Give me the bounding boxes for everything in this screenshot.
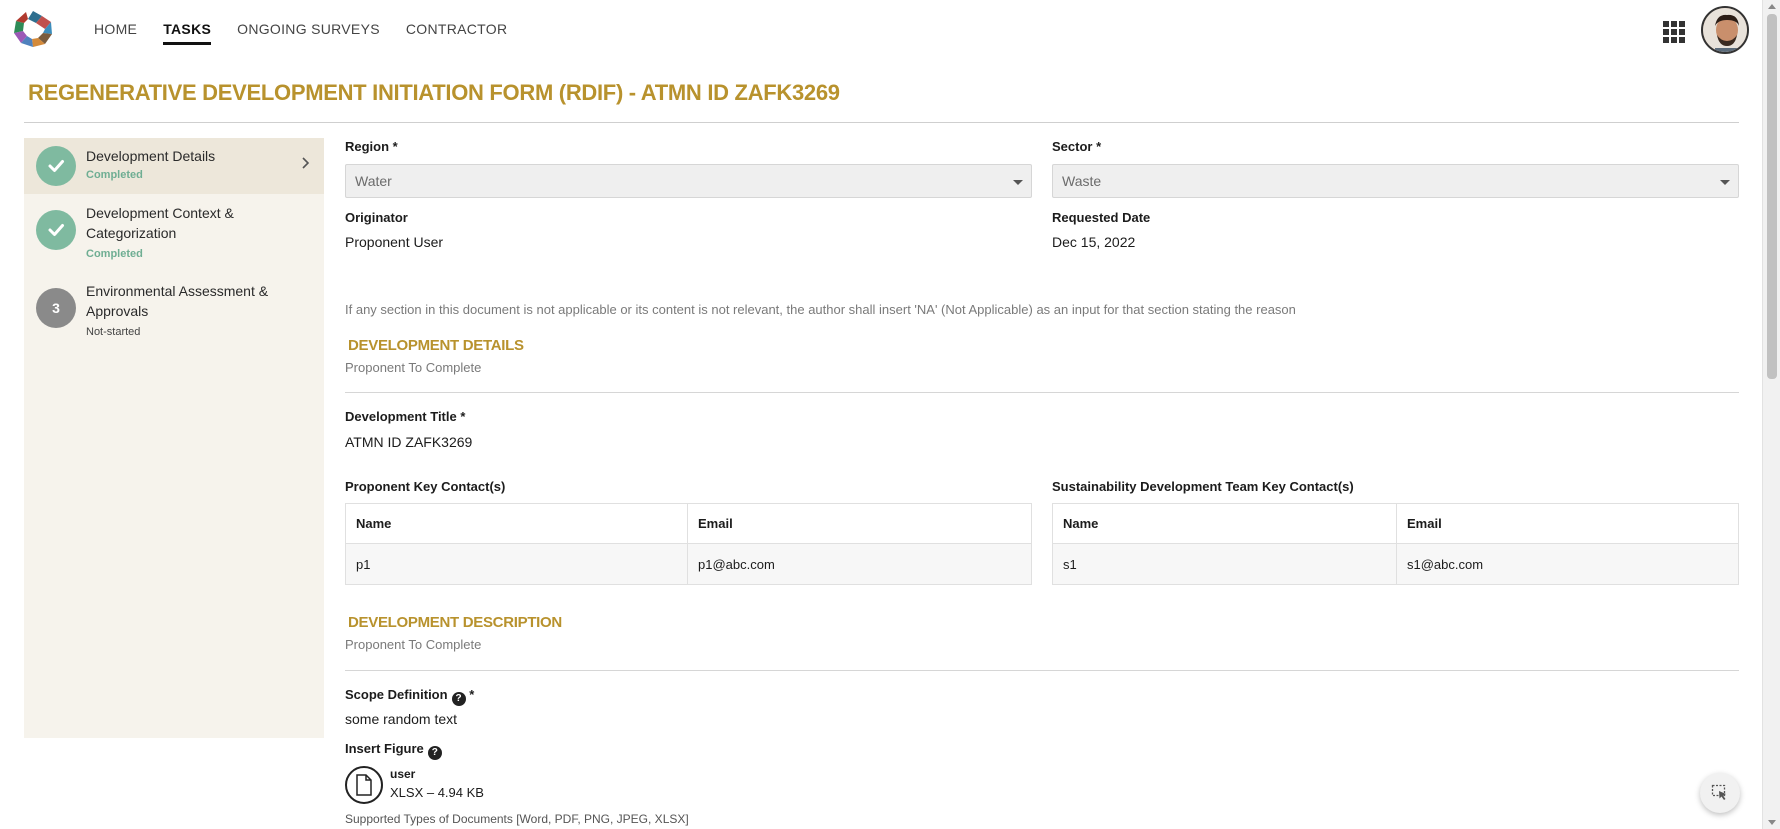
sector-label: Sector * [1052,139,1102,154]
chevron-down-icon [1013,180,1023,185]
requested-date-label: Requested Date [1052,210,1151,225]
help-icon[interactable]: ? [451,691,466,706]
na-instruction-note: If any section in this document is not a… [345,302,1296,317]
top-bar: HOME TASKS ONGOING SURVEYS CONTRACTOR [0,0,1762,58]
step-development-context[interactable]: Development Context & Categorization Com… [24,194,324,272]
step-environmental-assessment[interactable]: 3 Environmental Assessment & Approvals N… [24,272,324,350]
development-details-heading: DEVELOPMENT DETAILS [348,337,524,354]
insert-figure-label: Insert Figure? [345,741,442,760]
page-scrollbar[interactable] [1762,0,1780,829]
check-icon [36,146,76,186]
uploaded-file-name[interactable]: user [390,767,415,781]
step-development-details[interactable]: Development Details Completed [24,138,324,194]
table-header-row: Name Email [345,503,1032,544]
step-number-badge: 3 [36,288,76,328]
insert-figure-text: Insert Figure [345,741,424,756]
table-row: s1 s1@abc.com [1052,543,1739,585]
table-row: p1 p1@abc.com [345,543,1032,585]
main-nav: HOME TASKS ONGOING SURVEYS CONTRACTOR [94,21,507,45]
proponent-contacts-table: Name Email p1 p1@abc.com [345,503,1032,585]
development-details-subtitle: Proponent To Complete [345,360,482,375]
contact-email: p1@abc.com [687,543,1032,585]
supported-types-note: Supported Types of Documents [Word, PDF,… [345,812,689,826]
cursor-select-icon[interactable] [1700,773,1740,813]
region-value: Water [355,173,392,189]
development-description-subtitle: Proponent To Complete [345,637,482,652]
column-header-email: Email [687,503,1032,544]
scope-definition-value: some random text [345,711,458,727]
app-logo-icon[interactable] [12,9,54,49]
scope-definition-text: Scope Definition [345,687,448,702]
document-icon[interactable] [345,766,383,804]
step-name: Environmental Assessment & Approvals [86,283,269,319]
sector-value: Waste [1062,173,1102,189]
title-divider [24,122,1739,123]
column-header-email: Email [1396,503,1739,544]
nav-tasks[interactable]: TASKS [163,21,212,45]
step-status: Not-started [86,326,141,338]
development-description-heading: DEVELOPMENT DESCRIPTION [348,614,562,631]
contact-name: s1 [1052,543,1397,585]
scroll-down-arrow-icon[interactable] [1768,820,1776,825]
apps-grid-icon[interactable] [1663,21,1685,43]
originator-value: Proponent User [345,234,444,250]
team-contacts-label: Sustainability Development Team Key Cont… [1052,479,1354,494]
region-select[interactable]: Water [345,164,1032,198]
requested-date-value: Dec 15, 2022 [1052,234,1136,250]
contact-email: s1@abc.com [1396,543,1739,585]
section-divider [345,392,1739,393]
scrollbar-thumb[interactable] [1767,14,1777,379]
nav-home[interactable]: HOME [94,21,137,45]
avatar-portrait-icon [1703,8,1747,52]
step-name: Development Context & Categorization [86,205,234,241]
region-label: Region * [345,139,398,154]
column-header-name: Name [1052,503,1397,544]
nav-ongoing-surveys[interactable]: ONGOING SURVEYS [237,21,380,45]
originator-label: Originator [345,210,408,225]
check-icon [36,210,76,250]
chevron-right-icon [300,156,310,175]
form-steps-sidebar: Development Details Completed Developmen… [24,138,324,738]
table-header-row: Name Email [1052,503,1739,544]
uploaded-file-meta: XLSX – 4.94 KB [390,785,484,800]
sector-select[interactable]: Waste [1052,164,1739,198]
section-divider [345,670,1739,671]
page-title: REGENERATIVE DEVELOPMENT INITIATION FORM… [28,80,840,105]
column-header-name: Name [345,503,688,544]
contact-name: p1 [345,543,688,585]
nav-contractor[interactable]: CONTRACTOR [406,21,508,45]
team-contacts-table: Name Email s1 s1@abc.com [1052,503,1739,585]
chevron-down-icon [1720,180,1730,185]
step-status: Completed [86,248,143,260]
required-marker: * [469,687,475,702]
user-avatar[interactable] [1701,6,1749,54]
scroll-up-arrow-icon[interactable] [1768,4,1776,9]
scope-definition-label: Scope Definition? * [345,687,474,706]
step-name: Development Details [86,148,216,164]
step-status: Completed [86,169,143,181]
proponent-contacts-label: Proponent Key Contact(s) [345,479,506,494]
development-title-label: Development Title * [345,409,466,424]
help-icon[interactable]: ? [427,745,442,760]
development-title-value: ATMN ID ZAFK3269 [345,434,473,450]
